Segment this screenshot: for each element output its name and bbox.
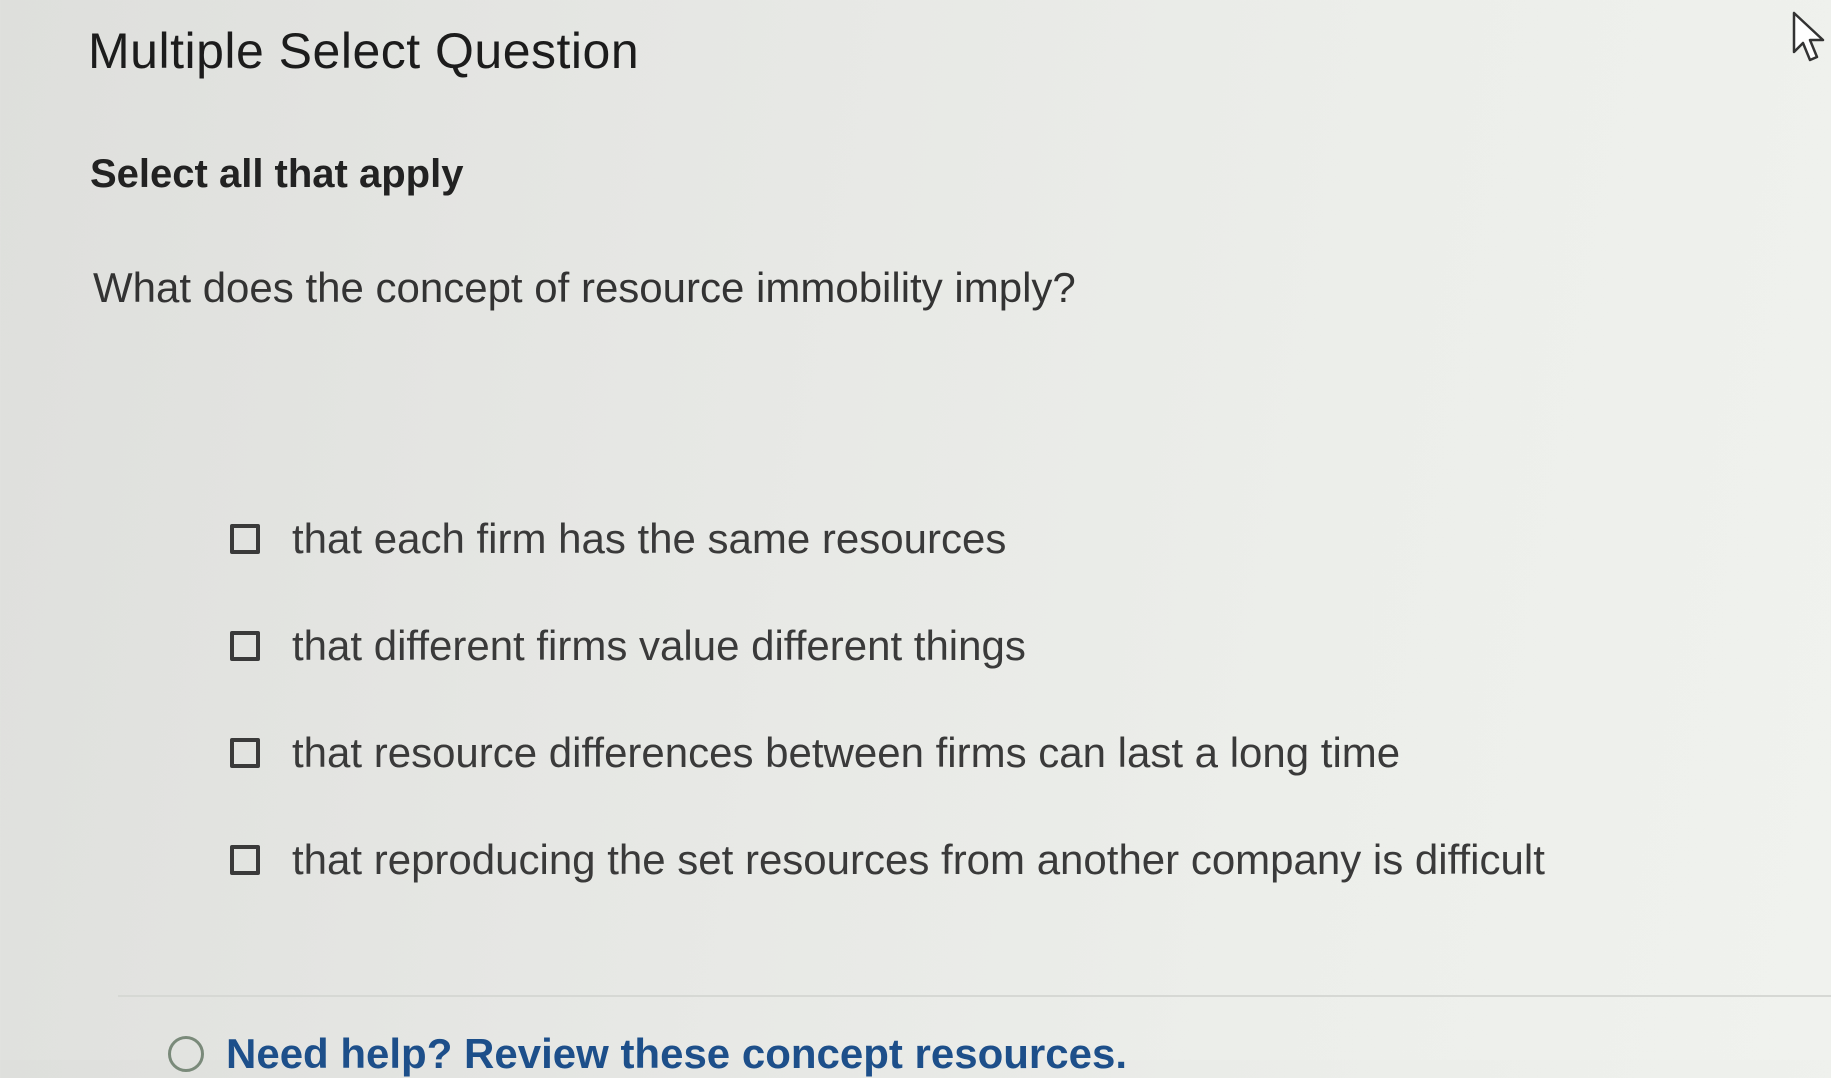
answer-option[interactable]: that each firm has the same resources [230,485,1545,592]
instruction-text: Select all that apply [90,152,464,196]
answer-option-label: that each firm has the same resources [292,514,1007,562]
chevron-down-circle-icon [168,1036,204,1072]
answer-option-label: that different firms value different thi… [292,621,1026,669]
question-prompt: What does the concept of resource immobi… [93,264,1076,311]
checkbox[interactable] [230,844,260,875]
question-page: Multiple Select Question Select all that… [0,0,1831,1077]
section-divider [118,995,1831,997]
need-help-toggle[interactable]: Need help? Review these concept resource… [168,1030,1127,1078]
answer-option-label: that reproducing the set resources from … [292,835,1545,883]
answer-option-label: that resource differences between firms … [292,728,1401,776]
question-type-heading: Multiple Select Question [88,23,640,79]
answer-options-list: that each firm has the same resources th… [230,485,1545,913]
answer-option[interactable]: that different firms value different thi… [230,592,1545,699]
checkbox[interactable] [230,630,260,661]
answer-option[interactable]: that reproducing the set resources from … [230,806,1545,913]
answer-option[interactable]: that resource differences between firms … [230,699,1545,806]
checkbox[interactable] [230,523,260,554]
need-help-label: Need help? Review these concept resource… [226,1030,1127,1077]
mouse-pointer-icon [1792,11,1825,62]
checkbox[interactable] [230,737,260,768]
